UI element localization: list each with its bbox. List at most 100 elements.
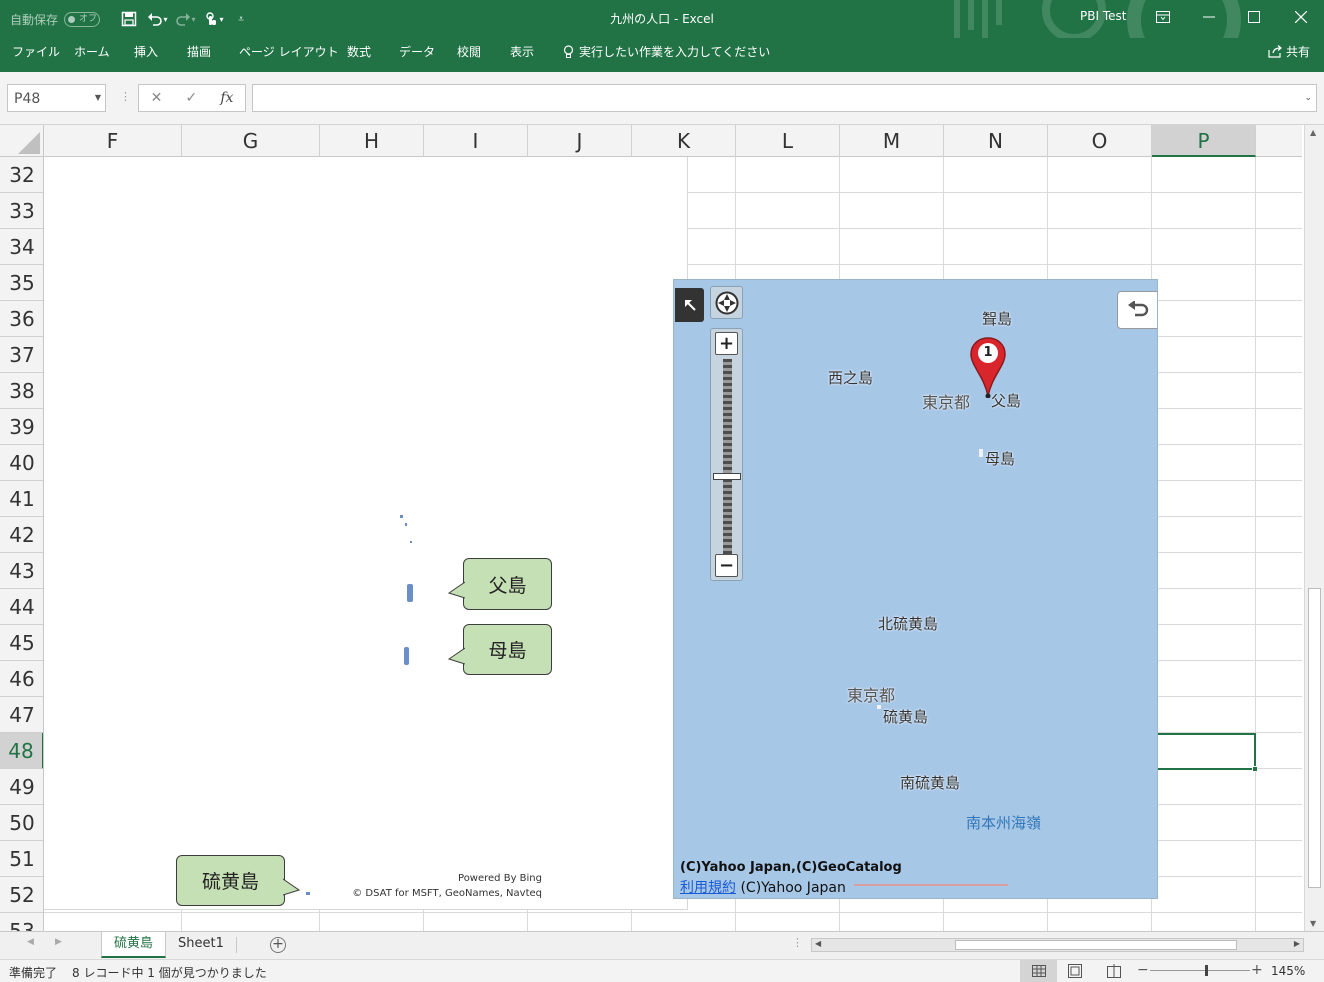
share-button[interactable]: 共有 bbox=[1268, 43, 1310, 60]
save-button[interactable] bbox=[118, 9, 140, 29]
name-box-dropdown-icon[interactable]: ▼ bbox=[95, 93, 101, 102]
normal-view-button[interactable] bbox=[1020, 960, 1057, 982]
row-header[interactable]: 47 bbox=[0, 697, 43, 733]
callout-iwojima[interactable]: 硫黄島 bbox=[176, 855, 300, 906]
zoom-control[interactable]: + − bbox=[710, 328, 743, 581]
row-header[interactable]: 41 bbox=[0, 481, 43, 517]
row-header[interactable]: 38 bbox=[0, 373, 43, 409]
column-header[interactable]: J bbox=[528, 125, 632, 157]
zoom-slider-thumb[interactable] bbox=[713, 473, 741, 480]
column-header[interactable]: K bbox=[632, 125, 736, 157]
column-header[interactable]: F bbox=[44, 125, 182, 157]
row-header-selected[interactable]: 48 bbox=[0, 733, 43, 769]
zoom-in-button[interactable]: + bbox=[715, 332, 738, 355]
zoom-track[interactable] bbox=[723, 359, 732, 554]
row-header[interactable]: 53 bbox=[0, 913, 43, 931]
vertical-scroll-thumb[interactable] bbox=[1308, 588, 1321, 888]
zoom-slider[interactable] bbox=[1150, 970, 1250, 971]
row-header[interactable]: 45 bbox=[0, 625, 43, 661]
fill-handle[interactable] bbox=[1252, 766, 1258, 772]
tell-me-box[interactable]: 実行したい作業を入力してください bbox=[563, 43, 770, 60]
horizontal-scroll-thumb[interactable] bbox=[955, 940, 1237, 950]
undo-dropdown-icon[interactable]: ▾ bbox=[164, 15, 168, 24]
terms-link[interactable]: 利用規約 bbox=[680, 880, 736, 896]
column-header[interactable]: H bbox=[320, 125, 424, 157]
column-header[interactable]: I bbox=[424, 125, 528, 157]
tab-formulas[interactable]: 数式 bbox=[347, 43, 371, 60]
row-header[interactable]: 36 bbox=[0, 301, 43, 337]
enter-icon[interactable]: ✓ bbox=[185, 90, 197, 106]
page-break-view-button[interactable] bbox=[1107, 964, 1121, 981]
column-header[interactable]: N bbox=[944, 125, 1048, 157]
next-sheet-icon[interactable]: ▶ bbox=[55, 937, 62, 947]
prev-sheet-icon[interactable]: ◀ bbox=[27, 937, 34, 947]
zoom-slider-thumb[interactable] bbox=[1205, 965, 1208, 976]
zoom-in-status-icon[interactable]: + bbox=[1251, 962, 1263, 978]
tab-view[interactable]: 表示 bbox=[510, 43, 534, 60]
map-chart[interactable]: 父島 母島 硫黄島 Powered By Bing © DSAT for MSF… bbox=[44, 157, 688, 910]
zoom-out-status-icon[interactable]: − bbox=[1137, 962, 1149, 978]
formula-input[interactable]: ⌄ bbox=[252, 84, 1317, 112]
name-box[interactable]: P48 ▼ bbox=[7, 84, 106, 112]
touch-mode-button[interactable]: ▾ bbox=[202, 9, 224, 29]
back-button[interactable] bbox=[1117, 291, 1157, 329]
scroll-down-icon[interactable]: ▼ bbox=[1310, 919, 1316, 928]
undo-button[interactable]: ▾ bbox=[146, 9, 168, 29]
expand-button[interactable] bbox=[675, 288, 704, 322]
column-header[interactable]: G bbox=[182, 125, 320, 157]
row-header[interactable]: 43 bbox=[0, 553, 43, 589]
sheet-tab[interactable]: Sheet1 bbox=[166, 932, 236, 958]
customize-qat-button[interactable]: ⩡ bbox=[230, 9, 252, 29]
row-header[interactable]: 44 bbox=[0, 589, 43, 625]
row-header[interactable]: 51 bbox=[0, 841, 43, 877]
column-header[interactable]: L bbox=[736, 125, 840, 157]
row-header[interactable]: 39 bbox=[0, 409, 43, 445]
pan-button[interactable] bbox=[710, 286, 743, 319]
map-pin[interactable]: 1 bbox=[969, 336, 1007, 399]
row-header[interactable]: 46 bbox=[0, 661, 43, 697]
row-header[interactable]: 50 bbox=[0, 805, 43, 841]
vertical-scrollbar[interactable]: ▲ ▼ bbox=[1304, 125, 1324, 931]
active-cell[interactable] bbox=[1152, 733, 1258, 772]
page-layout-view-button[interactable] bbox=[1068, 964, 1082, 981]
row-header[interactable]: 40 bbox=[0, 445, 43, 481]
callout-hahajima[interactable]: 母島 bbox=[448, 624, 552, 675]
row-header[interactable]: 42 bbox=[0, 517, 43, 553]
expand-formula-icon[interactable]: ⌄ bbox=[1304, 93, 1312, 103]
column-header[interactable]: M bbox=[840, 125, 944, 157]
column-header[interactable]: O bbox=[1048, 125, 1152, 157]
tab-insert[interactable]: 挿入 bbox=[134, 43, 158, 60]
sheet-tab-active[interactable]: 硫黄島 bbox=[101, 932, 167, 958]
row-header[interactable]: 49 bbox=[0, 769, 43, 805]
tab-file[interactable]: ファイル bbox=[12, 43, 60, 60]
tab-data[interactable]: データ bbox=[399, 43, 435, 60]
user-name[interactable]: PBI Test bbox=[1080, 9, 1126, 23]
close-button[interactable] bbox=[1288, 6, 1314, 28]
select-all-button[interactable] bbox=[0, 125, 44, 157]
column-header-selected[interactable]: P bbox=[1152, 125, 1256, 157]
row-header[interactable]: 52 bbox=[0, 877, 43, 913]
ribbon-display-button[interactable] bbox=[1150, 6, 1176, 28]
scroll-up-icon[interactable]: ▲ bbox=[1310, 128, 1316, 137]
redo-button[interactable]: ▾ bbox=[174, 9, 196, 29]
row-header[interactable]: 33 bbox=[0, 193, 43, 229]
callout-chichijima[interactable]: 父島 bbox=[448, 558, 552, 610]
tab-review[interactable]: 校閲 bbox=[457, 43, 481, 60]
insert-function-button[interactable]: fx bbox=[220, 90, 233, 106]
autosave-toggle[interactable]: オフ bbox=[64, 11, 101, 27]
zoom-percent[interactable]: 145% bbox=[1271, 964, 1305, 978]
tab-splitter[interactable]: ⋮ bbox=[792, 936, 803, 949]
scroll-right-icon[interactable]: ▶ bbox=[1294, 939, 1300, 948]
map-panel[interactable]: + − 聟島 西之島 東京都 父島 母島 北硫黄島 東京都 硫黄島 南硫黄島 南… bbox=[673, 279, 1158, 899]
tab-draw[interactable]: 描画 bbox=[187, 43, 211, 60]
tab-home[interactable]: ホーム bbox=[74, 43, 110, 60]
row-header[interactable]: 37 bbox=[0, 337, 43, 373]
minimize-button[interactable] bbox=[1196, 6, 1222, 28]
cancel-icon[interactable]: ✕ bbox=[151, 90, 163, 106]
tab-page-layout[interactable]: ページ レイアウト bbox=[239, 43, 339, 60]
row-header[interactable]: 34 bbox=[0, 229, 43, 265]
scroll-left-icon[interactable]: ◀ bbox=[815, 939, 821, 948]
zoom-out-button[interactable]: − bbox=[715, 554, 738, 577]
row-header[interactable]: 35 bbox=[0, 265, 43, 301]
horizontal-scrollbar[interactable]: ◀ ▶ bbox=[811, 938, 1304, 952]
